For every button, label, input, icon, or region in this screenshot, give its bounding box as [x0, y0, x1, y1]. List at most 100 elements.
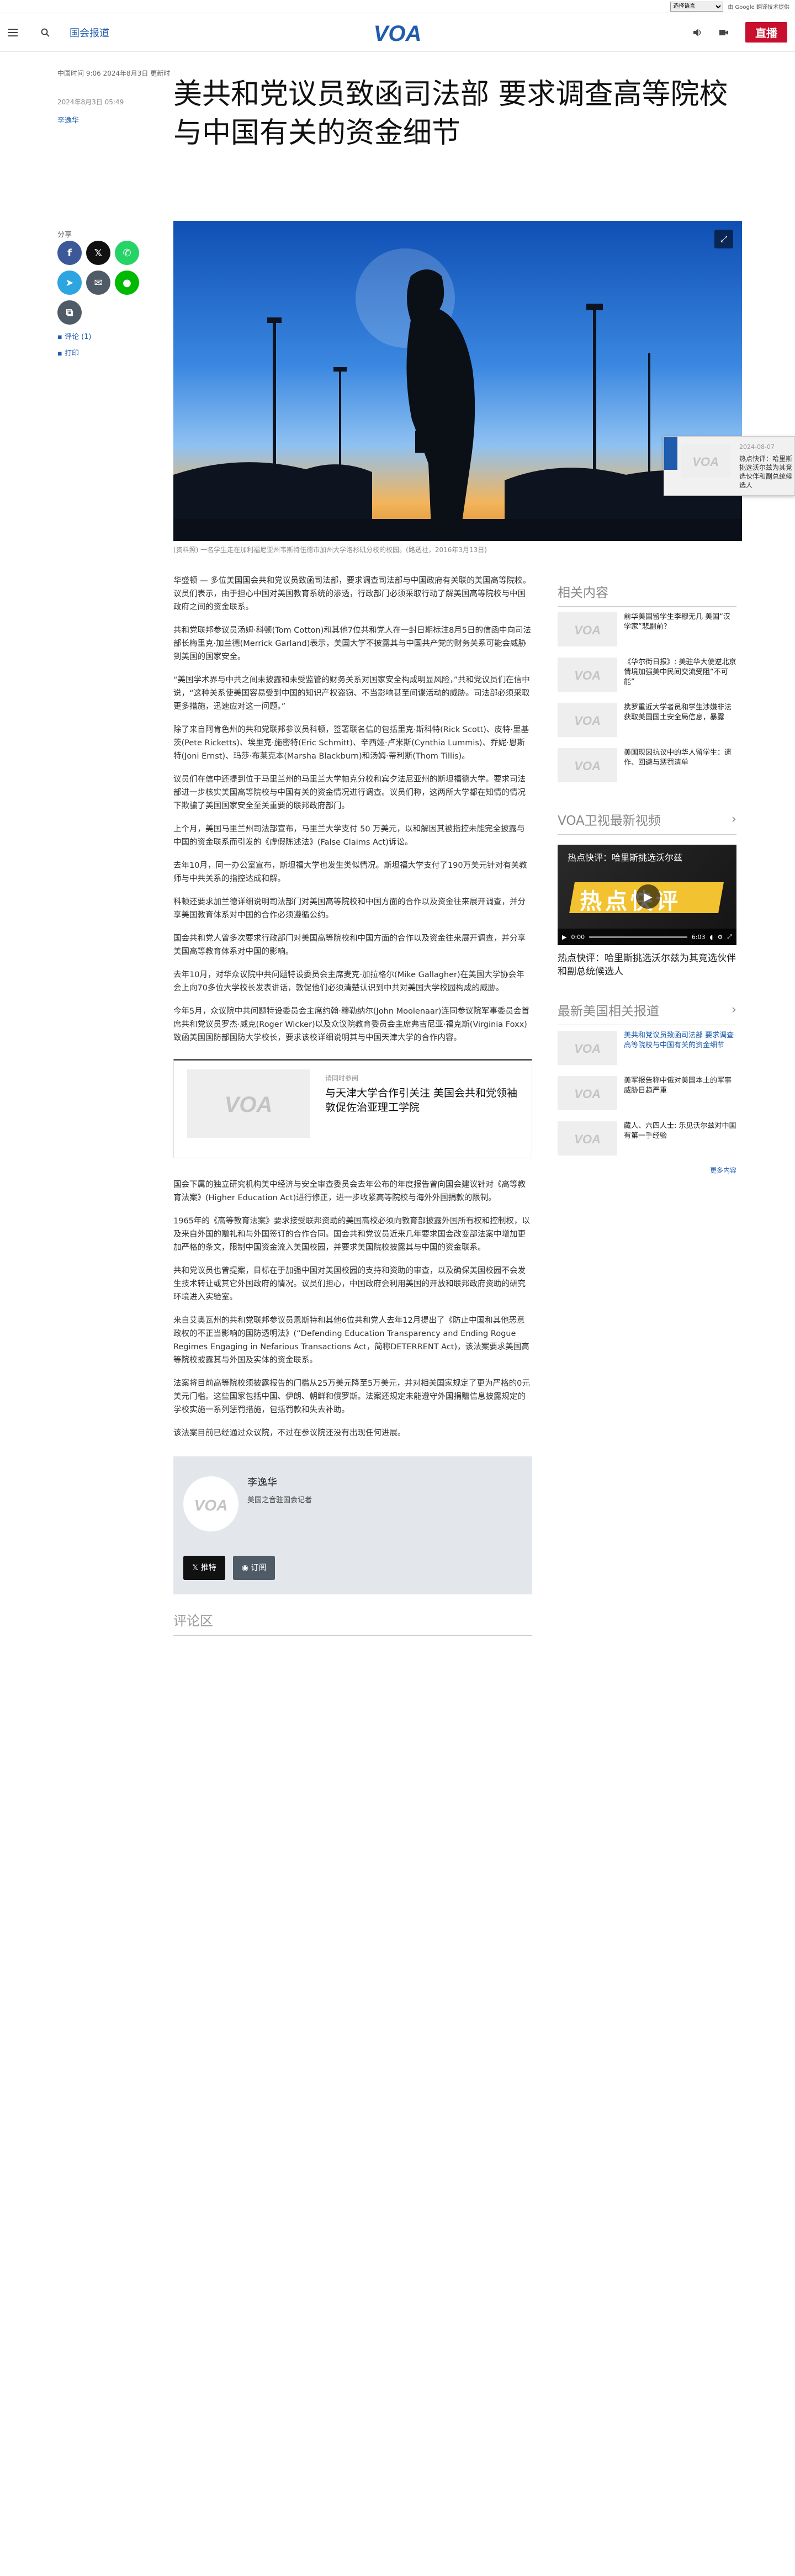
latest-section-title[interactable]: 最新美国相关报道 ›	[558, 1000, 736, 1025]
list-item[interactable]: VOA 《华尔街日报》: 美驻华大使逆北京情境加强美中民间交流受阻“不可能”	[558, 652, 736, 697]
page-title: 美共和党议员致函司法部 要求调查高等院校与中国有关的资金细节	[173, 78, 728, 150]
paragraph: 法案将目前高等院校须披露报告的门槛从25万美元降至5万美元，并对相关国家规定了更…	[173, 1379, 530, 1414]
paragraph: 议员们在信中还提到位于马里兰州的马里兰大学帕克分校和宾夕法尼亚州的斯坦福德大学。…	[173, 775, 526, 810]
list-item[interactable]: VOA 携罗重近大学者员和学生涉嫌非法获取美国国土安全局信息，暴露	[558, 697, 736, 743]
publish-date: 2024年8月3日 05:49	[57, 98, 124, 106]
video-overlay-title: 热点快评：哈里斯挑选沃尔兹	[568, 852, 683, 863]
author-name[interactable]: 李逸华	[247, 1476, 277, 1490]
article-meta-column: 2024年8月3日 05:49 李逸华	[57, 74, 157, 125]
paragraph: 来自艾奥瓦州的共和党联邦参议员恩斯特和其他6位共和党人去年12月提出了《防止中国…	[173, 1316, 529, 1365]
subscribe-button[interactable]: ◉ 订阅	[232, 1556, 275, 1580]
list-item[interactable]: VOA 美国现因抗议中的华人留学生：遗作、回避与惩罚清单	[558, 743, 736, 788]
menu-icon[interactable]	[8, 28, 18, 36]
floating-title: 热点快评：哈里斯挑选沃尔兹为其竞选伙伴和副总统候选人	[739, 455, 793, 489]
share-buttons: f 𝕏 ✆ ➤ ✉ ● ⧉	[57, 241, 146, 325]
more-link[interactable]: 更多内容	[558, 1165, 736, 1175]
comment-icon: ▪	[57, 333, 65, 341]
paragraph: 1965年的《高等教育法案》要求接受联邦资助的美国高校必须向教育部披露外国所有权…	[173, 1217, 530, 1252]
telegram-share-icon[interactable]: ➤	[57, 271, 82, 295]
email-share-icon[interactable]: ✉	[86, 271, 110, 295]
video-overlay-big: 热点快评	[580, 889, 681, 914]
x-icon: 𝕏	[192, 1563, 201, 1572]
video-caption[interactable]: 热点快评：哈里斯挑选沃尔兹为其竞选伙伴和副总统候选人	[558, 952, 736, 978]
thumbnail: VOA	[558, 1031, 617, 1065]
paragraph: 共和党联邦参议员汤姆·科顿(Tom Cotton)和其他7位共和党人在一封日期标…	[173, 626, 532, 661]
campus-silhouette-image	[173, 248, 742, 541]
language-select[interactable]: 选择语言	[670, 1, 724, 12]
svg-text:VOA: VOA	[574, 759, 601, 773]
video-time: 0:00	[571, 933, 585, 941]
video-player[interactable]: 热点快评：哈里斯挑选沃尔兹 热点快评 ▶ ▶ 0:00 6:03 ◖ ⚙ ⤢	[558, 845, 736, 945]
video-icon[interactable]	[719, 28, 729, 38]
paragraph: 科顿还要求加兰德详细说明司法部门对美国高等院校和中国方面的合作以及资金往来展开调…	[173, 898, 526, 920]
settings-icon[interactable]: ⚙	[717, 934, 723, 941]
list-item[interactable]: VOA 前华美国留学生李穆无几 美国“汉学家”悲剧前？	[558, 607, 736, 652]
comments-link[interactable]: ▪ 评论 (1)	[57, 329, 92, 346]
article-body: 华盛顿 — 多位美国国会共和党议员致函司法部，要求调查司法部与中国政府有关联的美…	[173, 574, 532, 1636]
article-container: 中国时间 9:06 2024年8月3日 更新时 2024年8月3日 05:49 …	[57, 52, 742, 1636]
thumbnail: VOA	[681, 444, 730, 478]
video-section-title[interactable]: VOA卫视最新视频 ›	[558, 810, 736, 835]
left-links: ▪ 评论 (1) ▪ 打印	[57, 329, 92, 362]
floating-video-tab[interactable]: VOA 2024-08-07 热点快评：哈里斯挑选沃尔兹为其竞选伙伴和副总统候选…	[664, 436, 795, 496]
paragraph: 共和党议员也曾提案，目标在于加强中国对美国校园的支持和资助的审查，以及确保美国校…	[173, 1266, 526, 1302]
author-box: VOA 李逸华 美国之音驻国会记者 𝕏 推特 ◉ 订阅	[173, 1456, 532, 1594]
voa-logo-placeholder: VOA	[194, 1497, 228, 1514]
line-share-icon[interactable]: ●	[115, 271, 139, 295]
thumbnail: VOA	[558, 1076, 617, 1110]
facebook-share-icon[interactable]: f	[57, 241, 82, 265]
paragraph: “美国学术界与中共之间未披露和未受监管的财务关系对国家安全构成明显风险，”共和党…	[173, 676, 530, 711]
paragraph: 华盛顿 — 多位美国国会共和党议员致函司法部，要求调查司法部与中国政府有关联的美…	[173, 576, 531, 612]
section-link[interactable]: 国会报道	[70, 25, 109, 40]
play-icon[interactable]: ▶	[636, 884, 660, 909]
related-kicker: 请同时参阅	[325, 1074, 359, 1082]
copy-link-icon[interactable]: ⧉	[57, 300, 82, 325]
comments-header: 评论区	[173, 1614, 532, 1636]
svg-text:VOA: VOA	[574, 669, 601, 682]
svg-text:VOA: VOA	[574, 1042, 601, 1056]
list-item[interactable]: VOA 美军报告称中俄对美国本土的军事威胁日趋严重	[558, 1070, 736, 1116]
floating-date: 2024-08-07	[739, 443, 775, 450]
voa-logo[interactable]: VOA	[370, 21, 425, 45]
svg-text:VOA: VOA	[574, 1087, 601, 1101]
author-link[interactable]: 李逸华	[57, 114, 157, 125]
site-header: 国会报道 VOA 直播	[0, 13, 795, 52]
thumbnail: VOA	[558, 658, 617, 692]
share-label: 分享	[57, 231, 72, 239]
search-icon[interactable]	[41, 28, 50, 37]
svg-text:VOA: VOA	[574, 623, 601, 637]
sidebar: 相关内容 VOA 前华美国留学生李穆无几 美国“汉学家”悲剧前？ VOA 《华尔街日…	[558, 582, 736, 1175]
author-role: 美国之音驻国会记者	[247, 1496, 312, 1504]
live-button[interactable]: 直播	[745, 22, 787, 43]
related-title[interactable]: 与天津大学合作引关注 美国会共和党领袖敦促佐治亚理工学院	[325, 1086, 518, 1115]
svg-text:VOA: VOA	[574, 714, 601, 728]
related-article-card[interactable]: VOA 请同时参阅 与天津大学合作引关注 美国会共和党领袖敦促佐治亚理工学院	[173, 1059, 532, 1158]
floating-tab-handle[interactable]	[664, 437, 677, 470]
follow-x-button[interactable]: 𝕏 推特	[183, 1556, 225, 1580]
volume-icon[interactable]: ◖	[710, 934, 713, 941]
rss-icon: ◉	[241, 1563, 251, 1572]
voa-logo-placeholder: VOA	[225, 1093, 273, 1117]
video-duration: 6:03	[691, 933, 706, 941]
print-link[interactable]: ▪ 打印	[57, 346, 92, 362]
list-item[interactable]: VOA 美共和党议员致函司法部 要求调查高等院校与中国有关的资金细节	[558, 1025, 736, 1070]
paragraph: 国会共和党人曾多次要求行政部门对美国高等院校和中国方面的合作以及资金往来展开调查…	[173, 934, 526, 956]
fullscreen-icon[interactable]: ⤢	[727, 933, 732, 941]
svg-text:VOA: VOA	[692, 455, 719, 469]
paragraph: 去年10月，同一办公室宣布，斯坦福大学也发生类似情况。斯坦福大学支付了190万美…	[173, 861, 527, 883]
video-progress-bar[interactable]	[589, 936, 687, 938]
avatar: VOA	[183, 1476, 239, 1531]
print-icon: ▪	[57, 349, 65, 358]
related-thumbnail: VOA	[187, 1069, 310, 1138]
play-small-icon[interactable]: ▶	[562, 934, 566, 941]
hero-image: ⤢	[173, 221, 742, 541]
expand-icon[interactable]: ⤢	[714, 230, 733, 248]
paragraph: 除了来自阿肯色州的共和党联邦参议员科顿，签署联名信的包括里克·斯科特(Rick …	[173, 725, 529, 761]
whatsapp-share-icon[interactable]: ✆	[115, 241, 139, 265]
paragraph: 今年5月，众议院中共问题特设委员会主席约翰·穆勒纳尔(John Moolenaa…	[173, 1007, 529, 1042]
thumbnail: VOA	[558, 1121, 617, 1156]
audio-icon[interactable]	[692, 28, 702, 38]
list-item[interactable]: VOA 藏人、六四人士: 乐见沃尔兹对中国有第一手经验	[558, 1116, 736, 1161]
x-share-icon[interactable]: 𝕏	[86, 241, 110, 265]
paragraph: 该法案目前已经通过众议院，不过在参议院还没有出现任何进展。	[173, 1429, 406, 1438]
